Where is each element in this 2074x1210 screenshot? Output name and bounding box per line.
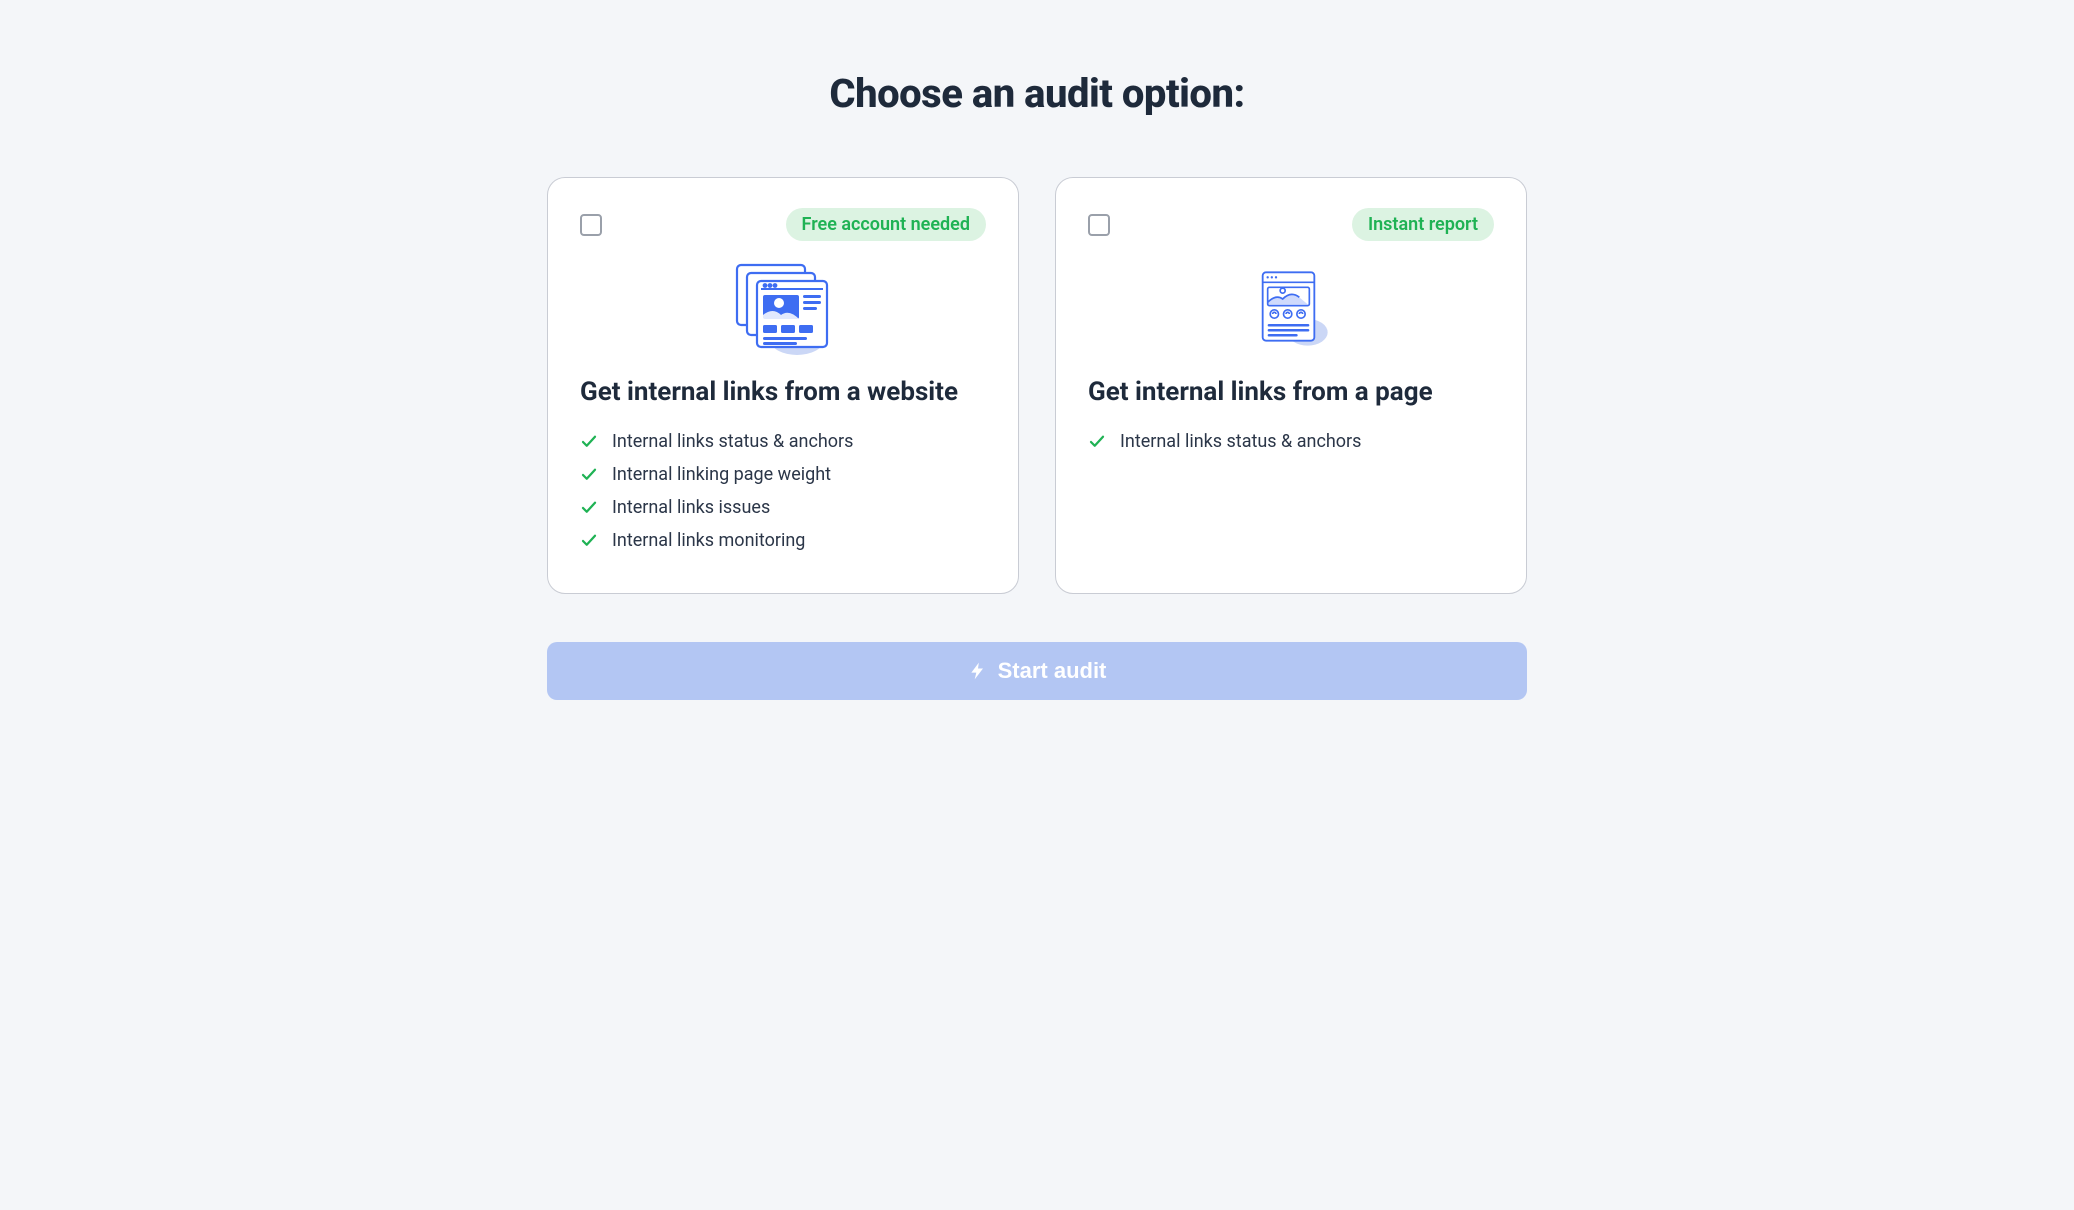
- feature-label: Internal links issues: [612, 497, 770, 518]
- list-item: Internal linking page weight: [580, 458, 986, 491]
- feature-label: Internal linking page weight: [612, 464, 831, 485]
- website-stack-icon: [723, 259, 843, 359]
- checkbox[interactable]: [580, 214, 602, 236]
- card-header: Free account needed: [580, 208, 986, 241]
- check-icon: [580, 466, 598, 484]
- feature-label: Internal links status & anchors: [612, 431, 853, 452]
- card-title: Get internal links from a page: [1088, 377, 1494, 407]
- option-card-page[interactable]: Instant report: [1055, 177, 1527, 594]
- badge-instant-report: Instant report: [1352, 208, 1494, 241]
- badge-free-account: Free account needed: [786, 208, 986, 241]
- feature-list: Internal links status & anchors: [1088, 425, 1494, 458]
- card-header: Instant report: [1088, 208, 1494, 241]
- page-icon: [1241, 259, 1341, 359]
- list-item: Internal links monitoring: [580, 524, 986, 557]
- list-item: Internal links issues: [580, 491, 986, 524]
- page-title: Choose an audit option:: [829, 70, 1244, 117]
- feature-label: Internal links monitoring: [612, 530, 805, 551]
- page: Choose an audit option: Free account nee…: [0, 0, 2074, 1210]
- check-icon: [580, 499, 598, 517]
- list-item: Internal links status & anchors: [1088, 425, 1494, 458]
- option-card-website[interactable]: Free account needed: [547, 177, 1019, 594]
- option-cards: Free account needed: [547, 177, 1527, 594]
- feature-list: Internal links status & anchors Internal…: [580, 425, 986, 557]
- card-title: Get internal links from a website: [580, 377, 986, 407]
- check-icon: [1088, 433, 1106, 451]
- feature-label: Internal links status & anchors: [1120, 431, 1361, 452]
- start-audit-button[interactable]: Start audit: [547, 642, 1527, 700]
- website-illustration: [580, 259, 986, 359]
- start-audit-label: Start audit: [998, 658, 1107, 684]
- list-item: Internal links status & anchors: [580, 425, 986, 458]
- check-icon: [580, 532, 598, 550]
- page-illustration: [1088, 259, 1494, 359]
- check-icon: [580, 433, 598, 451]
- checkbox[interactable]: [1088, 214, 1110, 236]
- bolt-icon: [968, 661, 988, 681]
- cta-row: Start audit: [547, 642, 1527, 700]
